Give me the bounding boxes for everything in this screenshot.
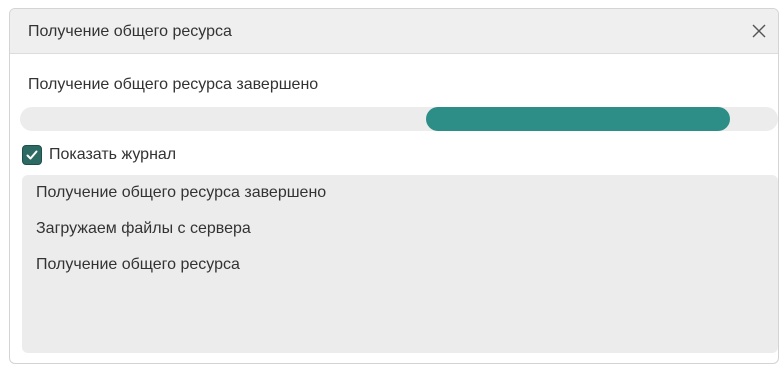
log-line: Загружаем файлы с сервера (36, 220, 251, 237)
dialog-title: Получение общего ресурса (28, 23, 232, 40)
show-log-label: Показать журнал (49, 146, 177, 163)
share-retrieval-dialog: Получение общего ресурса Получение общег… (9, 8, 779, 364)
progress-bar (20, 107, 778, 131)
progress-bar-fill (425, 107, 731, 131)
close-icon (752, 24, 766, 38)
log-line: Получение общего ресурса завершено (36, 184, 327, 201)
dialog-titlebar: Получение общего ресурса (10, 9, 778, 54)
status-text: Получение общего ресурса завершено (28, 76, 319, 93)
checkbox-box[interactable] (22, 145, 42, 165)
checkmark-icon (26, 150, 38, 160)
log-line: Получение общего ресурса (36, 256, 240, 273)
show-log-checkbox[interactable]: Показать журнал (22, 143, 176, 167)
background-window-edge (0, 0, 781, 8)
log-panel[interactable]: Получение общего ресурса завершено Загру… (22, 175, 778, 353)
close-button[interactable] (746, 18, 772, 44)
